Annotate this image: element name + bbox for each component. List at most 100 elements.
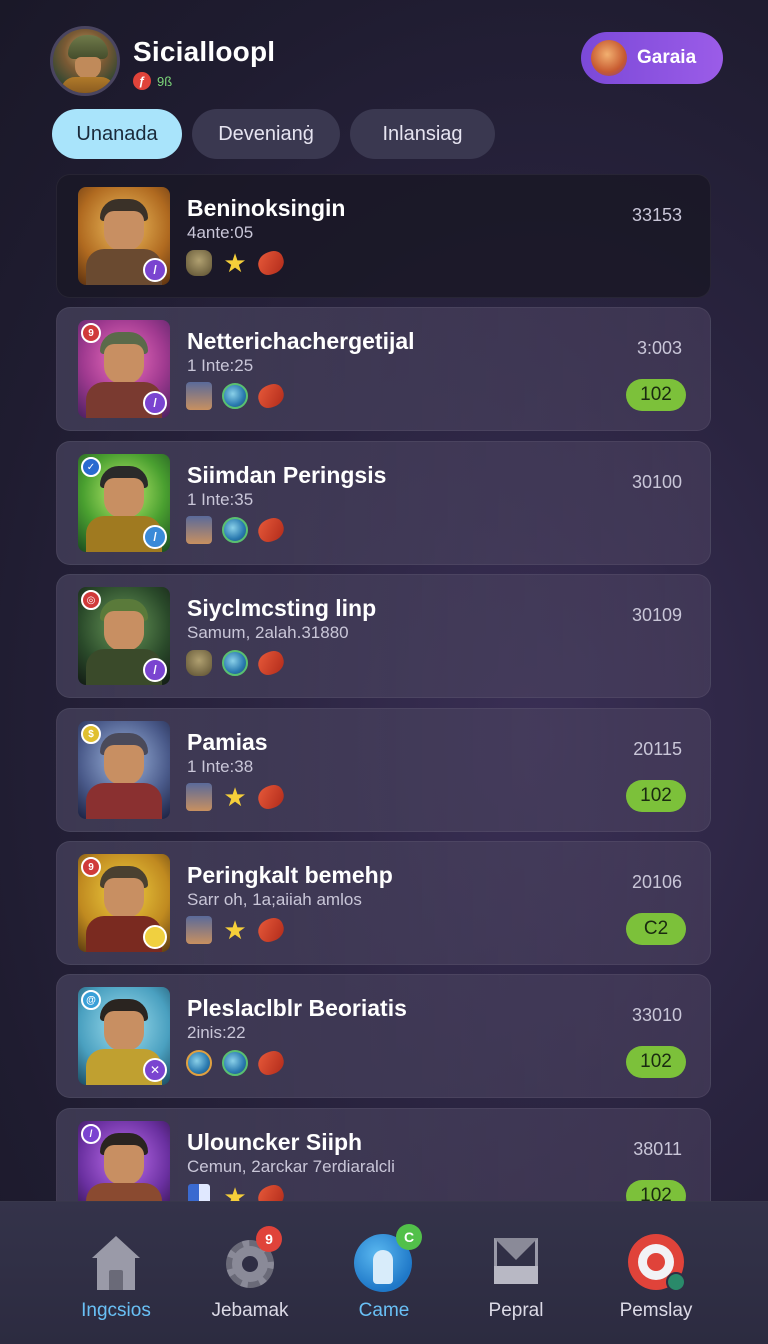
list-item[interactable]: @ ✕ Pleslaclblr Beoriatis 2inis:22 33010… xyxy=(56,974,711,1098)
status-line: ƒ 9ß xyxy=(133,72,172,90)
player-subtext: Sarr oh, 1a;aiiah amlos xyxy=(187,890,362,909)
list-item[interactable]: 9 Peringkalt bemehp Sarr oh, 1a;aiiah am… xyxy=(56,841,711,965)
thumb-face xyxy=(104,745,144,785)
player-subtext: Samum, 2alah.31880 xyxy=(187,623,349,642)
list-item[interactable]: $ Pamias 1 Inte:38 ★ 20115 102 xyxy=(56,708,711,832)
player-name: Peringkalt bemehp xyxy=(187,862,393,888)
corner-badge-icon: 9 xyxy=(81,857,101,877)
orb-icon xyxy=(222,650,248,676)
coin-badge-icon: $ xyxy=(81,724,101,744)
reward-icons xyxy=(185,381,287,411)
rank-badge-icon: / xyxy=(143,391,167,415)
player-thumbnail: / xyxy=(78,187,170,285)
helmet-icon xyxy=(186,250,212,276)
list-item[interactable]: 9 / Netterichachergetijal 1 Inte:25 3:00… xyxy=(56,307,711,431)
thumb-face xyxy=(104,211,144,251)
coin-icon xyxy=(143,925,167,949)
player-name: Siimdan Peringsis xyxy=(187,462,387,488)
garaia-button[interactable]: Garaia xyxy=(581,32,723,84)
helmet-icon xyxy=(186,650,212,676)
meat-icon xyxy=(255,1182,287,1202)
thumb-face xyxy=(104,611,144,651)
player-subtext: 1 Inte:35 xyxy=(187,490,254,509)
notification-badge: 9 xyxy=(256,1226,282,1252)
player-name: Ulouncker Siiph xyxy=(187,1129,363,1155)
list-item[interactable]: / Beninoksingin 4ante:05 ★ 33153 xyxy=(56,174,711,298)
target-icon xyxy=(626,1232,686,1292)
avatar-helmet xyxy=(68,35,108,59)
reward-icons: ★ xyxy=(185,915,287,945)
avatar[interactable] xyxy=(50,26,120,96)
player-thumbnail: $ xyxy=(78,721,170,819)
player-thumbnail: @ ✕ xyxy=(78,987,170,1085)
player-score: 20106 xyxy=(631,872,682,892)
nav-label: Pepral xyxy=(488,1300,544,1321)
corner-badge-icon: / xyxy=(81,1124,101,1144)
orb-icon xyxy=(186,1050,212,1076)
bottom-nav: Ingcsios 9 Jebamak C Came Pepral Pemslay xyxy=(0,1201,768,1344)
portrait-icon xyxy=(186,783,212,811)
meat-icon xyxy=(255,782,287,812)
player-thumbnail: 9 xyxy=(78,854,170,952)
player-score: 33010 xyxy=(631,1005,682,1025)
status-dot-icon: ƒ xyxy=(133,72,151,90)
orb-icon xyxy=(222,1050,248,1076)
thumb-face xyxy=(104,344,144,384)
meat-icon xyxy=(255,381,287,411)
corner-badge-icon: 9 xyxy=(81,323,101,343)
list-item[interactable]: ✓ / Siimdan Peringsis 1 Inte:35 30100 xyxy=(56,441,711,565)
level-pill: 102 xyxy=(626,379,686,411)
thumb-face xyxy=(104,1145,144,1185)
orb-icon xyxy=(222,517,248,543)
meat-icon xyxy=(255,515,287,545)
reward-icons xyxy=(185,515,287,545)
meat-icon xyxy=(255,915,287,945)
tab-devenianj[interactable]: Devenianġ xyxy=(192,109,340,159)
player-thumbnail: / xyxy=(78,1121,170,1202)
player-score: 30109 xyxy=(631,605,682,625)
tab-inlansiag[interactable]: Inlansiag xyxy=(350,109,495,159)
nav-item-pemslay[interactable]: Pemslay xyxy=(596,1232,716,1322)
meat-icon xyxy=(255,648,287,678)
meat-icon xyxy=(255,248,287,278)
corner-badge-icon: @ xyxy=(81,990,101,1010)
player-name: Pamias xyxy=(187,729,268,755)
game-icon: C xyxy=(354,1224,422,1292)
app-header: Sicialloopl ƒ 9ß Garaia xyxy=(0,0,768,108)
notification-badge: C xyxy=(396,1224,422,1250)
nav-item-jebamak[interactable]: 9 Jebamak xyxy=(190,1226,310,1322)
star-icon: ★ xyxy=(223,915,247,945)
level-pill: C2 xyxy=(626,913,686,945)
star-icon: ★ xyxy=(223,248,247,278)
nav-label: Ingcsios xyxy=(81,1300,151,1321)
player-thumbnail: ✓ / xyxy=(78,454,170,552)
player-score: 3:003 xyxy=(636,338,682,358)
level-pill: 102 xyxy=(626,1046,686,1078)
nav-item-pepral[interactable]: Pepral xyxy=(456,1232,576,1322)
nav-label: Jebamak xyxy=(211,1300,289,1321)
player-score: 30100 xyxy=(631,472,682,492)
player-score: 38011 xyxy=(633,1139,682,1159)
bar-icon xyxy=(188,1184,210,1202)
player-name: Beninoksingin xyxy=(187,195,346,221)
thumb-face xyxy=(104,478,144,518)
player-name: Netterichachergetijal xyxy=(187,328,415,354)
nav-item-came[interactable]: C Came xyxy=(324,1224,444,1322)
reward-icons xyxy=(185,648,287,678)
nav-item-ingcsios[interactable]: Ingcsios xyxy=(56,1232,176,1322)
player-name: Pleslaclblr Beoriatis xyxy=(187,995,407,1021)
status-text: 9ß xyxy=(157,73,173,89)
filter-tabs: Unanada Devenianġ Inlansiag xyxy=(52,109,495,159)
player-subtext: 4ante:05 xyxy=(187,223,254,242)
avatar-armor xyxy=(61,77,115,93)
avatar-face xyxy=(75,57,101,79)
player-name: Siyclmcsting linp xyxy=(187,595,377,621)
tab-unanada[interactable]: Unanada xyxy=(52,109,182,159)
portrait-icon xyxy=(186,916,212,944)
list-item[interactable]: / Ulouncker Siiph Cemun, 2arckar 7erdiar… xyxy=(56,1108,711,1202)
player-score: 20115 xyxy=(633,739,682,759)
list-item[interactable]: ◎ / Siyclmcsting linp Samum, 2alah.31880… xyxy=(56,574,711,698)
level-pill: 102 xyxy=(626,780,686,812)
player-list[interactable]: / Beninoksingin 4ante:05 ★ 33153 9 / Net… xyxy=(56,174,711,1202)
player-subtext: Cemun, 2arckar 7erdiaralcli xyxy=(187,1157,395,1176)
